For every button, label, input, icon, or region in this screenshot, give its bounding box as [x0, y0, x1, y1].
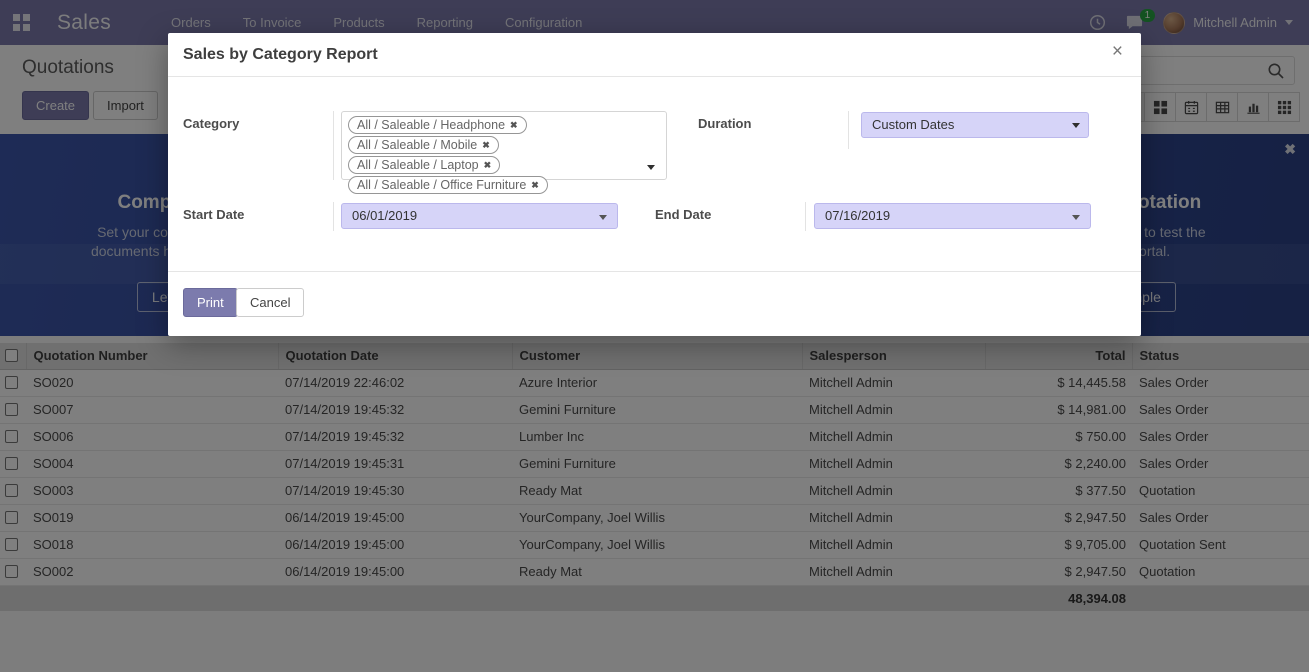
duration-select-caret-icon	[1072, 123, 1080, 128]
remove-tag-icon[interactable]: ✖	[482, 140, 490, 151]
start-date-input[interactable]: 06/01/2019	[341, 203, 618, 229]
duration-label: Duration	[698, 116, 751, 131]
end-date-caret-icon[interactable]	[1072, 215, 1080, 220]
category-label: Category	[183, 116, 239, 131]
field-separator	[333, 202, 334, 231]
field-separator	[805, 202, 806, 231]
dialog-close-icon[interactable]: ×	[1112, 42, 1123, 61]
start-date-label: Start Date	[183, 207, 244, 222]
sales-by-category-report-dialog: Sales by Category Report × Category All …	[168, 33, 1141, 336]
remove-tag-icon[interactable]: ✖	[510, 120, 518, 131]
category-tag: All / Saleable / Office Furniture✖	[348, 176, 548, 194]
print-button[interactable]: Print	[183, 288, 238, 317]
screen: Sales Orders To Invoice Products Reporti…	[0, 0, 1309, 672]
remove-tag-icon[interactable]: ✖	[484, 160, 492, 171]
category-tag: All / Saleable / Laptop✖	[348, 156, 500, 174]
duration-select[interactable]: Custom Dates	[861, 112, 1089, 138]
category-tag: All / Saleable / Mobile✖	[348, 136, 499, 154]
end-date-label: End Date	[655, 207, 711, 222]
dialog-footer: Print Cancel	[168, 271, 1141, 336]
end-date-input[interactable]: 07/16/2019	[814, 203, 1091, 229]
field-separator	[848, 111, 849, 149]
category-dropdown-caret-icon[interactable]	[647, 165, 655, 170]
start-date-caret-icon[interactable]	[599, 215, 607, 220]
category-multiselect[interactable]: All / Saleable / Headphone✖ All / Saleab…	[341, 111, 667, 180]
cancel-button[interactable]: Cancel	[236, 288, 304, 317]
dialog-title: Sales by Category Report	[183, 46, 378, 64]
dialog-header: Sales by Category Report ×	[168, 33, 1141, 77]
remove-tag-icon[interactable]: ✖	[531, 180, 539, 191]
field-separator	[333, 111, 334, 180]
category-tag: All / Saleable / Headphone✖	[348, 116, 527, 134]
